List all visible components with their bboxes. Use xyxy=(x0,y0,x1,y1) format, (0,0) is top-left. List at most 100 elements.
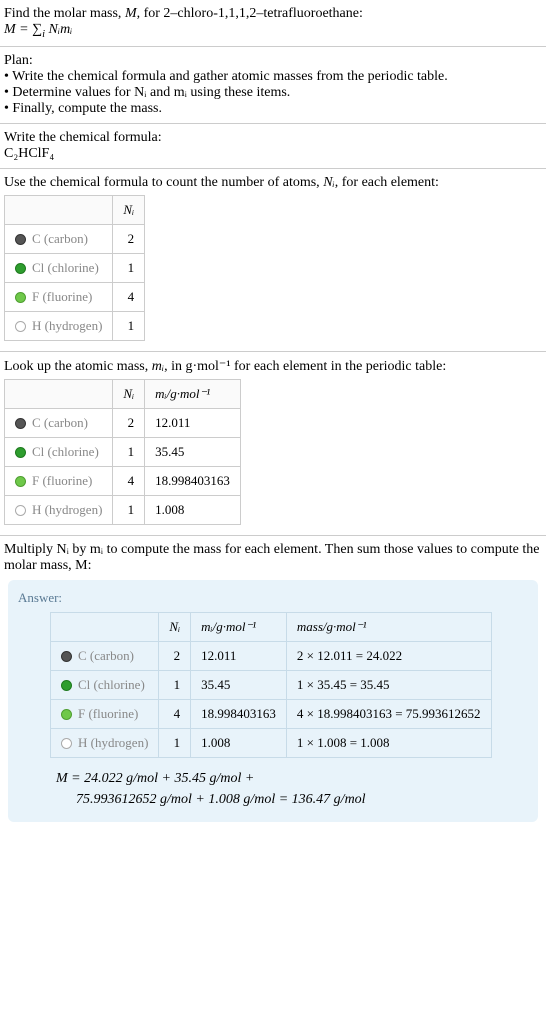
hydrogen-dot-icon xyxy=(15,321,26,332)
n-value: 1 xyxy=(113,253,145,282)
n-value: 1 xyxy=(159,670,191,699)
n-value: 4 xyxy=(159,699,191,728)
mass-value: 1 × 35.45 = 35.45 xyxy=(286,670,491,699)
n-value: 4 xyxy=(113,282,145,311)
n-value: 4 xyxy=(113,466,145,495)
n-value: 1 xyxy=(113,437,145,466)
table-row: H (hydrogen) 1 1.008 xyxy=(5,495,241,524)
col-m-header: mᵢ/g·mol⁻¹ xyxy=(145,379,241,408)
element-cell: F (fluorine) xyxy=(51,699,159,728)
chemical-formula-value: C₂HClF₄ xyxy=(4,146,542,162)
chlorine-dot-icon xyxy=(15,263,26,274)
element-name: H (hydrogen) xyxy=(78,735,148,750)
element-name: F (fluorine) xyxy=(32,473,92,488)
table-row: Cl (chlorine) 1 35.45 xyxy=(5,437,241,466)
formula-tail: Nᵢmᵢ xyxy=(45,22,72,37)
fluorine-dot-icon xyxy=(15,292,26,303)
table-row: F (fluorine) 4 xyxy=(5,282,145,311)
table-row: Cl (chlorine) 1 xyxy=(5,253,145,282)
result-section: Multiply Nᵢ by mᵢ to compute the mass fo… xyxy=(0,536,546,832)
element-cell: Cl (chlorine) xyxy=(5,253,113,282)
m-value: 1.008 xyxy=(191,728,287,757)
element-name: Cl (chlorine) xyxy=(32,260,99,275)
m-value: 18.998403163 xyxy=(191,699,287,728)
intro-text: Find the molar mass, xyxy=(4,6,125,21)
table-row: C (carbon) 2 xyxy=(5,224,145,253)
fluorine-dot-icon xyxy=(61,709,72,720)
element-name: H (hydrogen) xyxy=(32,502,102,517)
table-header-row: Nᵢ mᵢ/g·mol⁻¹ mass/g·mol⁻¹ xyxy=(51,612,492,641)
empty-header xyxy=(5,379,113,408)
element-name: Cl (chlorine) xyxy=(32,444,99,459)
chemical-formula-heading: Write the chemical formula: xyxy=(4,130,542,146)
n-value: 2 xyxy=(113,224,145,253)
hydrogen-dot-icon xyxy=(61,738,72,749)
element-cell: F (fluorine) xyxy=(5,466,113,495)
table-row: H (hydrogen) 1 1.008 1 × 1.008 = 1.008 xyxy=(51,728,492,757)
answer-table: Nᵢ mᵢ/g·mol⁻¹ mass/g·mol⁻¹ C (carbon) 2 … xyxy=(50,612,492,758)
element-name: C (carbon) xyxy=(78,648,134,663)
table-row: C (carbon) 2 12.011 xyxy=(5,408,241,437)
intro-var-m: M xyxy=(125,6,137,21)
empty-header xyxy=(5,195,113,224)
element-cell: F (fluorine) xyxy=(5,282,113,311)
col-n-header: Nᵢ xyxy=(113,379,145,408)
n-value: 2 xyxy=(159,641,191,670)
n-value: 2 xyxy=(113,408,145,437)
element-cell: C (carbon) xyxy=(5,224,113,253)
count-heading-c: , for each element: xyxy=(335,175,439,190)
element-cell: C (carbon) xyxy=(51,641,159,670)
plan-heading: Plan: xyxy=(4,53,542,69)
count-section: Use the chemical formula to count the nu… xyxy=(0,169,546,352)
n-value: 1 xyxy=(159,728,191,757)
lookup-section: Look up the atomic mass, mᵢ, in g·mol⁻¹ … xyxy=(0,352,546,536)
n-value: 1 xyxy=(113,495,145,524)
m-value: 18.998403163 xyxy=(145,466,241,495)
element-cell: C (carbon) xyxy=(5,408,113,437)
answer-box: Answer: Nᵢ mᵢ/g·mol⁻¹ mass/g·mol⁻¹ C (ca… xyxy=(8,580,538,822)
element-name: C (carbon) xyxy=(32,231,88,246)
table-row: H (hydrogen) 1 xyxy=(5,311,145,340)
m-value: 12.011 xyxy=(191,641,287,670)
lookup-heading-c: , in g·mol⁻¹ for each element in the per… xyxy=(164,359,446,374)
count-table: Nᵢ C (carbon) 2 Cl (chlorine) 1 F (fluor… xyxy=(4,195,145,341)
final-equation: M = 24.022 g/mol + 35.45 g/mol + 75.9936… xyxy=(56,768,528,810)
element-cell: H (hydrogen) xyxy=(5,495,113,524)
chlorine-dot-icon xyxy=(61,680,72,691)
multiply-heading: Multiply Nᵢ by mᵢ to compute the mass fo… xyxy=(4,542,542,574)
empty-header xyxy=(51,612,159,641)
col-m-header: mᵢ/g·mol⁻¹ xyxy=(191,612,287,641)
lookup-heading: Look up the atomic mass, mᵢ, in g·mol⁻¹ … xyxy=(4,358,542,375)
chemical-formula-section: Write the chemical formula: C₂HClF₄ xyxy=(0,124,546,169)
lookup-heading-b: mᵢ xyxy=(152,359,164,374)
col-n-header: Nᵢ xyxy=(159,612,191,641)
count-heading-b: Nᵢ xyxy=(323,175,335,190)
answer-label: Answer: xyxy=(18,590,528,606)
plan-section: Plan: • Write the chemical formula and g… xyxy=(0,47,546,124)
carbon-dot-icon xyxy=(15,234,26,245)
plan-bullet-2: • Determine values for Nᵢ and mᵢ using t… xyxy=(4,85,542,101)
element-name: H (hydrogen) xyxy=(32,318,102,333)
n-value: 1 xyxy=(113,311,145,340)
col-n-header: Nᵢ xyxy=(113,195,145,224)
fluorine-dot-icon xyxy=(15,476,26,487)
element-name: C (carbon) xyxy=(32,415,88,430)
table-row: F (fluorine) 4 18.998403163 xyxy=(5,466,241,495)
carbon-dot-icon xyxy=(15,418,26,429)
formula-main: M = ∑ xyxy=(4,22,42,37)
count-heading: Use the chemical formula to count the nu… xyxy=(4,175,542,191)
element-name: F (fluorine) xyxy=(32,289,92,304)
table-header-row: Nᵢ xyxy=(5,195,145,224)
lookup-heading-a: Look up the atomic mass, xyxy=(4,359,152,374)
intro-line: Find the molar mass, M, for 2–chloro-1,1… xyxy=(4,6,542,22)
mass-value: 2 × 12.011 = 24.022 xyxy=(286,641,491,670)
element-cell: Cl (chlorine) xyxy=(51,670,159,699)
table-row: C (carbon) 2 12.011 2 × 12.011 = 24.022 xyxy=(51,641,492,670)
mass-value: 1 × 1.008 = 1.008 xyxy=(286,728,491,757)
element-cell: Cl (chlorine) xyxy=(5,437,113,466)
carbon-dot-icon xyxy=(61,651,72,662)
plan-bullet-1: • Write the chemical formula and gather … xyxy=(4,69,542,85)
col-mass-header: mass/g·mol⁻¹ xyxy=(286,612,491,641)
intro-section: Find the molar mass, M, for 2–chloro-1,1… xyxy=(0,0,546,47)
intro-text-tail: , for 2–chloro-1,1,1,2–tetrafluoroethane… xyxy=(137,6,363,21)
